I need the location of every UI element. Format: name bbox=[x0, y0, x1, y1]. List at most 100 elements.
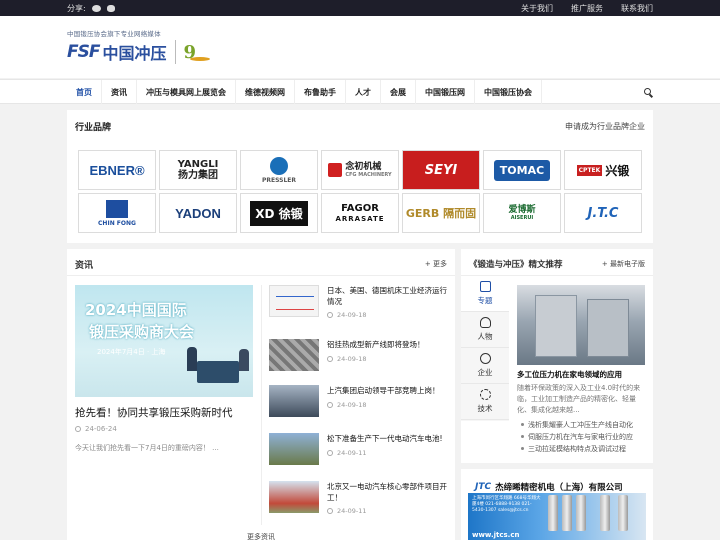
nav-exhibition[interactable]: 会展 bbox=[381, 80, 416, 104]
person-figure bbox=[239, 349, 249, 371]
hero-image-line2: 锻压采购商大会 bbox=[89, 323, 195, 341]
tab-company[interactable]: 企业 bbox=[461, 348, 509, 384]
site-logo[interactable]: 中国锻压协会旗下专业网络媒体 FSF 中国冲压 9 bbox=[67, 28, 211, 64]
ad-header: JTC 杰缔晞精密机电（上海）有限公司 bbox=[475, 481, 623, 493]
apply-brand-link[interactable]: 申请成为行业品牌企业 bbox=[565, 121, 645, 132]
brand-yangli[interactable]: YANGLI 扬力集团 bbox=[159, 150, 237, 190]
date-text: 24-09-11 bbox=[337, 449, 367, 457]
brand-ebner[interactable]: EBNER® bbox=[78, 150, 156, 190]
brand-gerb[interactable]: GERB 隔而固 bbox=[402, 193, 480, 233]
news-item[interactable]: 日本、美国、德国机床工业经济运行情况 24-09-18 bbox=[269, 285, 449, 329]
weibo-icon[interactable] bbox=[106, 4, 115, 12]
logo-divider bbox=[174, 40, 176, 64]
recommend-panel: 《锻造与冲压》精文推荐 + 最新电子版 专题 人物 企业 技术 多工位压力机在家… bbox=[461, 249, 653, 463]
share-label: 分享: bbox=[67, 3, 86, 13]
news-item-title[interactable]: 北京又一电动汽车核心零部件项目开工！ bbox=[327, 481, 449, 503]
ad-image[interactable]: 上海市闵行区华翔路 668号华翔大厦4楼 021-6888-9138 021-5… bbox=[468, 493, 646, 540]
clock-icon bbox=[327, 312, 333, 318]
brand-aiserui[interactable]: 爱博斯 AISERUI bbox=[483, 193, 561, 233]
brand-pressler[interactable]: PRESSLER bbox=[240, 150, 318, 190]
clock-icon bbox=[75, 426, 81, 432]
news-item-title[interactable]: 松下准备生产下一代电动汽车电池! bbox=[327, 433, 449, 444]
ad-banner[interactable]: JTC 杰缔晞精密机电（上海）有限公司 上海市闵行区华翔路 668号华翔大厦4楼… bbox=[461, 469, 653, 540]
nav-online-expo[interactable]: 冲压与模具网上展览会 bbox=[137, 80, 236, 104]
hero-image[interactable]: 2024中国国际 锻压采购商大会 2024年7月4日 · 上海 bbox=[75, 285, 253, 397]
article-title[interactable]: 多工位压力机在家电领域的应用 bbox=[517, 369, 647, 380]
list-item[interactable]: 浅析集耀豪人工冲压生产线自动化 bbox=[521, 419, 633, 431]
nav-home[interactable]: 首页 bbox=[67, 80, 102, 104]
person-figure bbox=[187, 347, 197, 371]
brand-fagor[interactable]: FAGOR ARRASATE bbox=[321, 193, 399, 233]
news-item-title[interactable]: 日本、美国、德国机床工业经济运行情况 bbox=[327, 285, 449, 307]
cylinder-icon bbox=[562, 495, 572, 531]
top-link-contact[interactable]: 联系我们 bbox=[621, 3, 653, 14]
tab-people[interactable]: 人物 bbox=[461, 312, 509, 348]
list-item[interactable]: 三动拉延模结构特点及调试过程 bbox=[521, 443, 633, 455]
news-item[interactable]: 上汽集团启动领导干部竞聘上岗！ 24-09-18 bbox=[269, 385, 449, 429]
date-text: 24-06-24 bbox=[85, 425, 117, 433]
edit-icon bbox=[479, 281, 491, 292]
ad-brand: JTC bbox=[475, 482, 492, 492]
ad-url: www.jtcs.cn bbox=[472, 531, 520, 539]
news-item-date: 24-09-18 bbox=[327, 401, 367, 409]
nav-video[interactable]: 维德视频网 bbox=[236, 80, 295, 104]
brand-cfg[interactable]: 念初机械 CFG MACHINERY bbox=[321, 150, 399, 190]
share-area: 分享: bbox=[67, 3, 115, 14]
wechat-icon[interactable] bbox=[91, 4, 101, 12]
top-link-promotion[interactable]: 推广服务 bbox=[571, 3, 603, 14]
brand-sub: CFG MACHINERY bbox=[345, 172, 392, 179]
brand-tomac[interactable]: TOMAC bbox=[483, 150, 561, 190]
brand-name: YADON bbox=[175, 205, 221, 221]
swoosh-icon bbox=[190, 57, 211, 61]
news-item[interactable]: 铝挂热成型新产线即将登场！ 24-09-18 bbox=[269, 339, 449, 383]
tab-topic[interactable]: 专题 bbox=[461, 276, 509, 312]
brand-yadon[interactable]: YADON bbox=[159, 193, 237, 233]
brand-cptek[interactable]: CPTEK 兴锻 bbox=[564, 150, 642, 190]
chin-fong-logo-icon bbox=[106, 199, 128, 218]
top-link-about[interactable]: 关于我们 bbox=[521, 3, 553, 14]
logo-name: 中国冲压 bbox=[102, 44, 167, 63]
tab-technology[interactable]: 技术 bbox=[461, 384, 509, 420]
nav-forging-association[interactable]: 中国锻压协会 bbox=[475, 80, 542, 104]
brand-name: 兴锻 bbox=[605, 163, 630, 178]
news-item-title[interactable]: 铝挂热成型新产线即将登场！ bbox=[327, 339, 449, 350]
tab-label: 人物 bbox=[477, 332, 493, 341]
nav-assistant[interactable]: 布鲁助手 bbox=[295, 80, 346, 104]
brand-xuduan[interactable]: XD 徐锻 bbox=[240, 193, 318, 233]
logo-subtitle: 中国锻压协会旗下专业网络媒体 bbox=[67, 30, 161, 38]
hero-news-date: 24-06-24 bbox=[75, 425, 117, 433]
more-news-link[interactable]: 更多资讯 bbox=[247, 532, 275, 540]
brand-chin-fong[interactable]: CHIN FONG bbox=[78, 193, 156, 233]
article-image[interactable] bbox=[517, 285, 645, 365]
nav-talent[interactable]: 人才 bbox=[346, 80, 381, 104]
main-nav: 首页 资讯 冲压与模具网上展览会 维德视频网 布鲁助手 人才 会展 中国锻压网 … bbox=[0, 79, 720, 104]
latest-edition-link[interactable]: + 最新电子版 bbox=[602, 259, 645, 269]
article-desc: 随着环保政策的深入及工业4.0时代的来临，工业加工制造产品的精密化、轻量化、集成… bbox=[517, 384, 641, 414]
nav-forging-net[interactable]: 中国锻压网 bbox=[416, 80, 475, 104]
recommend-tabs: 专题 人物 企业 技术 bbox=[461, 276, 509, 421]
news-item[interactable]: 北京又一电动汽车核心零部件项目开工！ 24-09-11 bbox=[269, 481, 449, 525]
cylinder-icon bbox=[576, 495, 586, 531]
brand-name: 念初机械 bbox=[345, 161, 382, 172]
news-thumbnail bbox=[269, 385, 319, 417]
brand-seyi[interactable]: SEYI bbox=[402, 150, 480, 190]
brand-panel-title: 行业品牌 bbox=[75, 123, 112, 133]
news-item-title[interactable]: 上汽集团启动领导干部竞聘上岗！ bbox=[327, 385, 449, 396]
search-icon[interactable] bbox=[644, 88, 651, 95]
list-item[interactable]: 伺服压力机在汽车与家电行业的应 bbox=[521, 431, 633, 443]
news-more-link[interactable]: + 更多 bbox=[425, 259, 447, 269]
divider bbox=[261, 285, 262, 525]
hero-news-title[interactable]: 抢先看！协同共享锻压采购新时代 bbox=[75, 405, 233, 420]
top-links: 关于我们 推广服务 联系我们 bbox=[521, 3, 653, 14]
brand-name: FAGOR bbox=[341, 202, 379, 214]
nav-news[interactable]: 资讯 bbox=[102, 80, 137, 104]
cylinder-icon bbox=[618, 495, 628, 531]
brand-name: PRESSLER bbox=[261, 176, 297, 184]
brand-grid: EBNER® YANGLI 扬力集团 PRESSLER 念初机械 CFG MACHI… bbox=[78, 150, 642, 233]
brand-jtc[interactable]: J.T.C bbox=[564, 193, 642, 233]
person-icon bbox=[479, 317, 491, 328]
top-bar: 分享: 关于我们 推广服务 联系我们 bbox=[0, 0, 720, 16]
news-item[interactable]: 松下准备生产下一代电动汽车电池! 24-09-11 bbox=[269, 433, 449, 477]
brand-sub: AISERUI bbox=[510, 215, 534, 222]
cylinder-icon bbox=[548, 495, 558, 531]
